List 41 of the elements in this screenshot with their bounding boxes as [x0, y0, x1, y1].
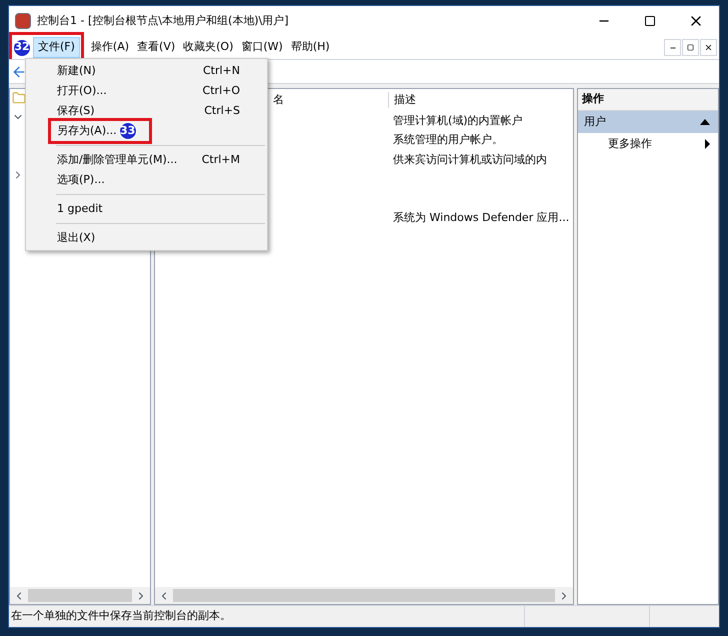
window-title: 控制台1 - [控制台根节点\本地用户和组(本地)\用户]: [37, 12, 290, 29]
menu-item[interactable]: 查看(V): [133, 37, 180, 58]
collapse-arrow-icon[interactable]: [700, 119, 710, 125]
table-cell-text: 供来宾访问计算机或访问域的内: [393, 152, 547, 168]
scroll-thumb[interactable]: [173, 589, 555, 602]
menu-entry[interactable]: 打开(O)... Ctrl+O: [26, 81, 267, 101]
close-icon: [704, 43, 713, 52]
menu-entry[interactable]: 1 gpedit: [26, 199, 267, 219]
folder-icon: [12, 91, 26, 105]
step-badge: 32: [13, 38, 31, 56]
menu-entry[interactable]: 选项(P)...: [26, 170, 267, 190]
menu-entry[interactable]: 添加/删除管理单元(M)... Ctrl+M: [26, 150, 267, 170]
menu-item[interactable]: 文件(F): [33, 37, 80, 58]
menu-entry[interactable]: 新建(N) Ctrl+N: [26, 61, 267, 81]
actions-header: 操作: [578, 89, 718, 111]
restore-icon: [687, 44, 694, 51]
console-icon: [15, 13, 31, 29]
horizontal-scrollbar[interactable]: [155, 587, 573, 604]
submenu-arrow-icon: [705, 139, 710, 149]
horizontal-scrollbar[interactable]: [10, 587, 150, 604]
table-cell-text: 系统为 Windows Defender 应用...: [393, 210, 570, 226]
step-badge: 33: [118, 122, 137, 140]
section-label: 用户: [584, 114, 607, 130]
table-cell-text: 系统管理的用户帐户。: [393, 132, 503, 148]
menu-item[interactable]: 收藏夹(O): [179, 37, 238, 58]
menu-entry[interactable]: 另存为(A)...: [57, 122, 117, 140]
child-restore-button[interactable]: [682, 39, 699, 56]
menu-item[interactable]: 帮助(H): [286, 37, 334, 58]
menu-item[interactable]: 窗口(W): [237, 37, 287, 58]
menu-item[interactable]: 操作(A): [86, 37, 134, 58]
back-icon[interactable]: [11, 64, 27, 80]
menu-entry[interactable]: 退出(X): [26, 228, 267, 248]
actions-section[interactable]: 用户: [578, 111, 718, 133]
table-cell-text: 管理计算机(域)的内置帐户: [393, 112, 523, 128]
action-item[interactable]: 更多操作: [578, 133, 718, 155]
maximize-icon: [644, 15, 656, 27]
column-header[interactable]: 描述: [388, 92, 573, 108]
menu-entry[interactable]: 保存(S) Ctrl+S: [26, 101, 267, 121]
scroll-thumb[interactable]: [28, 589, 132, 602]
child-close-button[interactable]: [700, 39, 717, 56]
status-text: 在一个单独的文件中保存当前控制台的副本。: [10, 608, 232, 624]
